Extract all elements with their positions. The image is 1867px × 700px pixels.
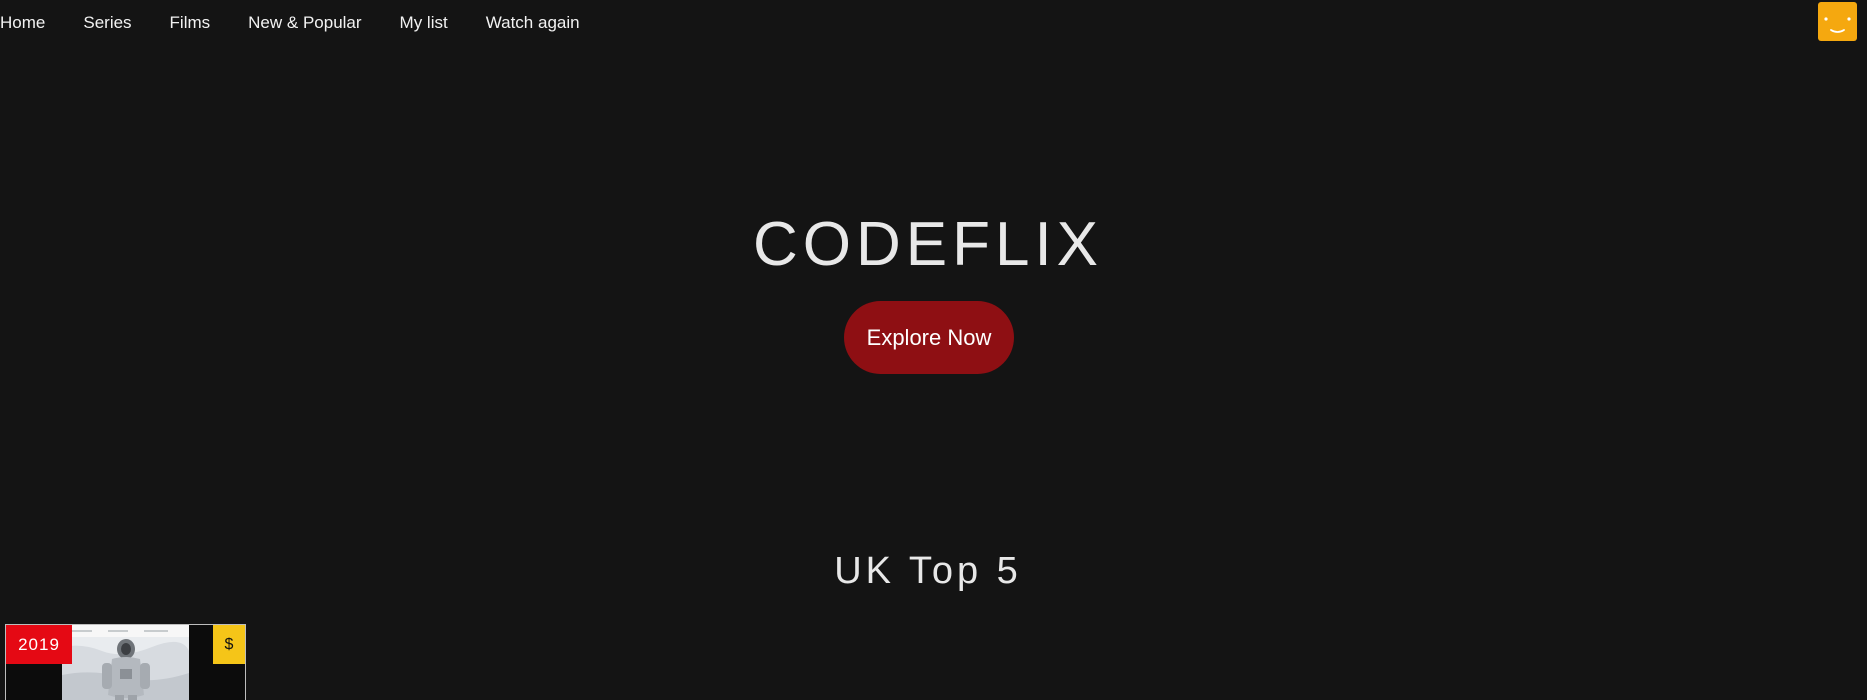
nav-item-series[interactable]: Series: [83, 0, 131, 46]
page: Home Series Films New & Popular My list …: [0, 0, 1867, 700]
explore-now-button[interactable]: Explore Now: [844, 301, 1014, 374]
nav-item-home[interactable]: Home: [0, 0, 45, 46]
smiley-avatar-icon: [1824, 17, 1851, 33]
year-badge: 2019: [6, 625, 72, 664]
top-nav: Home Series Films New & Popular My list …: [0, 0, 618, 46]
nav-item-my-list[interactable]: My list: [400, 0, 448, 46]
movie-card[interactable]: 2019 $: [5, 624, 246, 700]
section-title: UK Top 5: [834, 550, 1022, 592]
profile-avatar[interactable]: [1818, 2, 1857, 41]
price-badge: $: [213, 625, 245, 664]
movie-poster-image: [62, 625, 189, 700]
hero-title: CODEFLIX: [752, 210, 1104, 279]
nav-item-films[interactable]: Films: [170, 0, 211, 46]
astronaut-poster-illustration: [62, 625, 189, 700]
nav-item-new-popular[interactable]: New & Popular: [248, 0, 361, 46]
nav-item-watch-again[interactable]: Watch again: [486, 0, 580, 46]
